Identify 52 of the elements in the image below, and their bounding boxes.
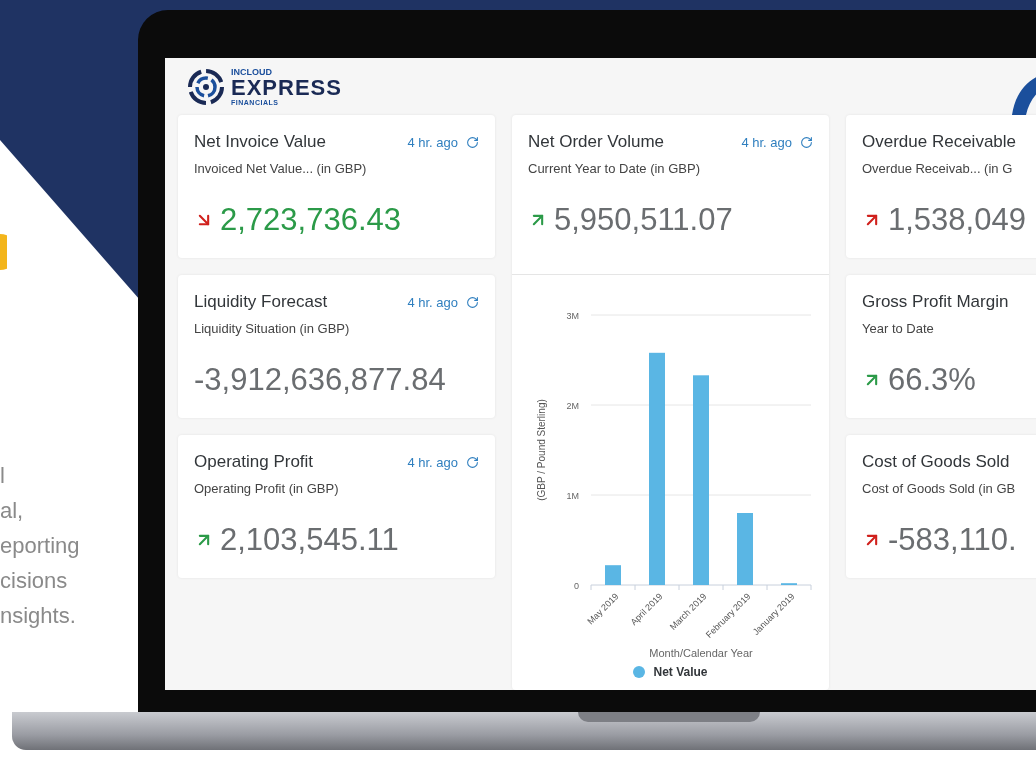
kpi-value: 2,723,736.43: [220, 202, 401, 238]
updated-time: 4 hr. ago: [741, 134, 792, 150]
card-title: Net Order Volume: [528, 132, 665, 152]
card-subtitle: Cost of Goods Sold (in GB: [862, 481, 1016, 496]
x-axis-title: Month/Calendar Year: [648, 647, 753, 659]
card-title: Gross Profit Margin: [862, 292, 1009, 312]
card-title: Liquidity Forecast: [194, 292, 328, 312]
kpi-card[interactable]: Overdue Receivable Overdue Receivab... (in G 1,538,049: [846, 115, 1036, 258]
card-subtitle: Invoiced Net Value... (in GBP): [194, 161, 367, 176]
kpi-value: 2,103,545.11: [220, 522, 399, 558]
card-title: Cost of Goods Sold: [862, 452, 1010, 472]
refresh-icon[interactable]: [800, 135, 813, 149]
card-subtitle: Year to Date: [862, 321, 934, 336]
logo-text: EXPRESS: [231, 76, 342, 99]
promo-text: al,: [0, 497, 24, 525]
kpi-card[interactable]: Gross Profit Margin Year to Date 66.3%: [846, 275, 1036, 418]
kpi-value: -3,912,636,877.84: [194, 362, 446, 398]
refresh-icon[interactable]: [466, 295, 479, 309]
updated-time: 4 hr. ago: [407, 134, 458, 150]
card-title: Overdue Receivable: [862, 132, 1017, 152]
bar: [736, 513, 753, 585]
kpi-value: 66.3%: [888, 362, 976, 398]
promo-text: l: [0, 462, 5, 490]
logo-text: INCLOUD: [231, 67, 272, 77]
card-title: Net Invoice Value: [194, 132, 326, 152]
card-subtitle: Liquidity Situation (in GBP): [194, 321, 350, 336]
promo-text: nsights.: [0, 602, 76, 630]
y-tick-label: 0: [573, 581, 579, 591]
promo-text: eporting: [0, 532, 80, 560]
refresh-icon[interactable]: [466, 455, 479, 469]
kpi-value: 1,538,049: [888, 202, 1026, 238]
kpi-card[interactable]: Liquidity Forecast 4 hr. ago Liquidity Situation (in GBP) -3,912,636,877.84: [178, 275, 495, 418]
y-tick-label: 1M: [566, 491, 579, 501]
kpi-value: 5,950,511.07: [554, 202, 733, 238]
y-tick-label: 3M: [566, 311, 579, 321]
logo-icon: [187, 67, 225, 106]
promo-text: cisions: [0, 567, 68, 595]
kpi-value: -583,110.: [888, 522, 1017, 558]
card-subtitle: Current Year to Date (in GBP): [528, 161, 700, 176]
legend-label: Net Value: [653, 665, 708, 679]
y-tick-label: 2M: [566, 401, 579, 411]
updated-time: 4 hr. ago: [407, 294, 458, 310]
kpi-card[interactable]: Operating Profit 4 hr. ago Operating Profit (in GBP) 2,103,545.11: [178, 435, 495, 578]
card-subtitle: Operating Profit (in GBP): [194, 481, 339, 496]
bar: [604, 565, 621, 585]
y-axis-title: (GBP / Pound Sterling): [535, 399, 547, 501]
card-subtitle: Overdue Receivab... (in G: [862, 161, 1013, 176]
kpi-card[interactable]: Net Invoice Value 4 hr. ago Invoiced Net Value... (in GBP) 2,723,736.43: [178, 115, 495, 258]
updated-time: 4 hr. ago: [407, 454, 458, 470]
card-title: Operating Profit: [194, 452, 314, 472]
refresh-icon[interactable]: [466, 135, 479, 149]
kpi-card[interactable]: Cost of Goods Sold Cost of Goods Sold (in GB -583,110.: [846, 435, 1036, 578]
